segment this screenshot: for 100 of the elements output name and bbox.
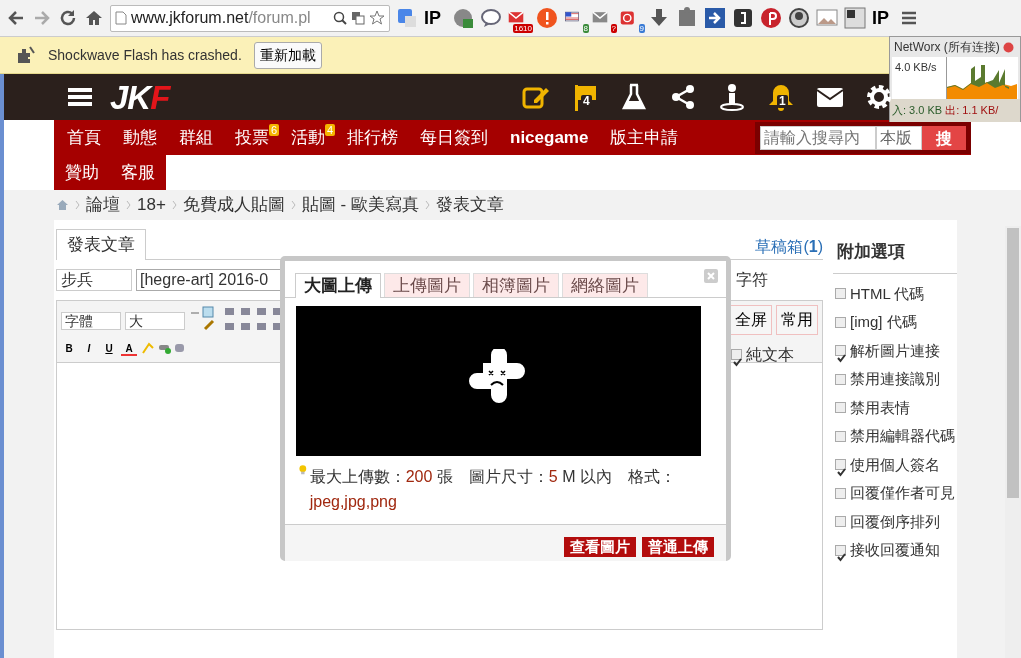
scrollbar[interactable]	[1005, 226, 1021, 658]
nav-link[interactable]: 群組	[168, 120, 224, 155]
link-tools-drawing[interactable]	[141, 341, 185, 355]
option-checkbox[interactable]: 使用個人簽名	[833, 450, 957, 479]
checkmark-icon	[732, 357, 743, 369]
breadcrumb-link[interactable]: 免費成人貼圖	[182, 192, 285, 218]
format-button[interactable]: B	[61, 340, 77, 356]
extension-badge: 8	[582, 24, 589, 33]
breadcrumb-link[interactable]: 貼圖 - 歐美寫真	[301, 192, 419, 218]
format-button[interactable]: U	[101, 340, 117, 356]
site-logo[interactable]: JKF	[110, 80, 170, 114]
extension-badge: ?	[610, 24, 617, 33]
sidebar-title: 附加選項	[833, 233, 957, 274]
menu-icon[interactable]	[900, 9, 918, 27]
count-badge: 6	[268, 124, 279, 136]
type-select[interactable]: 步兵	[56, 268, 132, 291]
count-badge: 4	[581, 95, 592, 108]
networx-title: NetWorx (所有连接)	[894, 39, 1000, 56]
flask-icon[interactable]	[620, 83, 648, 111]
font-select[interactable]: 字體	[61, 311, 121, 330]
page-icon	[115, 11, 127, 25]
count-badge: 1	[777, 95, 788, 108]
separator-icon	[424, 200, 430, 210]
extension-button[interactable]: IP	[872, 7, 894, 29]
menu-icon[interactable]	[68, 87, 92, 107]
option-checkbox[interactable]: 禁用表情	[833, 393, 957, 422]
upload-reading: 出: 1.1 KB/	[945, 103, 999, 118]
close-icon[interactable]	[1002, 41, 1014, 53]
extension-badge: 9	[638, 24, 645, 33]
translate-icon	[351, 11, 365, 25]
count-badge: 4	[324, 124, 335, 136]
drafts-link[interactable]: 草稿箱(1)	[755, 234, 823, 259]
nav-link[interactable]: 客服	[110, 155, 166, 190]
option-checkbox[interactable]: [img] 代碼	[833, 308, 957, 337]
nav-link[interactable]: 首頁	[56, 120, 112, 155]
download-reading: 入: 3.0 KB	[892, 103, 943, 118]
chat-icon[interactable]	[480, 7, 502, 30]
nav-link[interactable]: 版主申請	[599, 120, 690, 155]
nav-link[interactable]: 每日簽到	[409, 120, 499, 155]
crash-message: Shockwave Flash has crashed.	[48, 45, 242, 65]
nav-link[interactable]: 動態	[112, 120, 168, 155]
home-icon[interactable]	[84, 8, 104, 28]
toolbar-button[interactable]: 全屏	[730, 304, 772, 335]
nav-link[interactable]: nicegame	[499, 120, 600, 155]
separator-icon	[171, 200, 177, 210]
format-button[interactable]: A	[121, 340, 137, 356]
star-icon[interactable]	[369, 10, 385, 26]
scope-select[interactable]: 本版	[876, 125, 922, 150]
address-bar[interactable]: www.jkforum.net/forum.pl	[110, 4, 390, 32]
bulb-icon	[299, 464, 307, 476]
translate-icon[interactable]	[396, 7, 418, 30]
dialog-tab[interactable]: 上傳圖片	[384, 273, 470, 297]
option-checkbox[interactable]: 回覆倒序排列	[833, 507, 957, 536]
composer-tab[interactable]: 發表文章	[56, 229, 146, 260]
gear-icon[interactable]	[865, 83, 893, 111]
calendar-icon[interactable]	[620, 10, 636, 27]
char-count-hint: 字符	[736, 269, 768, 290]
nav-link[interactable]: 贊助	[54, 155, 110, 190]
breadcrumb-link[interactable]: 18+	[137, 192, 166, 218]
dialog-tab[interactable]: 大圖上傳	[295, 273, 381, 298]
format-button[interactable]: I	[81, 340, 97, 356]
separator-icon	[290, 200, 296, 210]
extension-badge: 1610	[513, 24, 533, 33]
extension-button[interactable]: IP	[424, 7, 446, 29]
nav-link[interactable]: 排行榜	[336, 120, 409, 155]
search-field[interactable]: 請輸入搜尋內	[760, 125, 876, 150]
dialog-tab[interactable]: 相簿圖片	[473, 273, 559, 297]
circle-icon[interactable]	[788, 7, 810, 30]
option-checkbox[interactable]: 接收回覆通知	[833, 536, 957, 565]
size-select[interactable]: 大	[125, 311, 185, 330]
globe-icon[interactable]	[452, 7, 474, 30]
checkmark-icon	[836, 352, 847, 364]
option-checkbox[interactable]: 禁用連接識別	[833, 365, 957, 394]
search-button[interactable]: 搜	[922, 125, 966, 150]
share-icon[interactable]	[669, 83, 697, 111]
pin-icon[interactable]	[760, 7, 782, 30]
option-checkbox[interactable]: 禁用編輯器代碼	[833, 422, 957, 451]
dialog-button[interactable]: 查看圖片	[564, 537, 636, 557]
dialog-tab[interactable]: 網絡圖片	[562, 273, 648, 297]
breadcrumb-link[interactable]: 論壇	[86, 192, 120, 218]
dialog-button[interactable]: 普通上傳	[642, 537, 714, 557]
person-icon[interactable]	[718, 83, 746, 111]
option-checkbox[interactable]: 解析圖片連接	[833, 336, 957, 365]
breadcrumb-link[interactable]: 發表文章	[435, 192, 504, 218]
plain-text-checkbox[interactable]: 純文本	[731, 342, 794, 367]
upload-limits-text: 最大上傳數：200 張 圖片尺寸：5 M 以內 格式： jpeg,jpg,png	[309, 467, 677, 512]
checkmark-icon	[836, 466, 847, 478]
option-checkbox[interactable]: HTML 代碼	[833, 279, 957, 308]
title-field[interactable]: [hegre-art] 2016-0	[136, 268, 281, 291]
book-icon[interactable]	[732, 7, 754, 30]
window-icon[interactable]	[844, 7, 866, 30]
reload-icon[interactable]	[58, 8, 78, 28]
alert-icon[interactable]	[536, 7, 558, 30]
toolbar-button[interactable]: 常用	[776, 304, 818, 335]
zoom-icon	[333, 11, 347, 25]
separator-icon	[126, 200, 131, 210]
option-checkbox[interactable]: 回覆僅作者可見	[833, 479, 957, 508]
separator-icon	[75, 200, 80, 210]
checkmark-icon	[836, 552, 847, 564]
reload-button[interactable]: 重新加載	[253, 41, 322, 69]
